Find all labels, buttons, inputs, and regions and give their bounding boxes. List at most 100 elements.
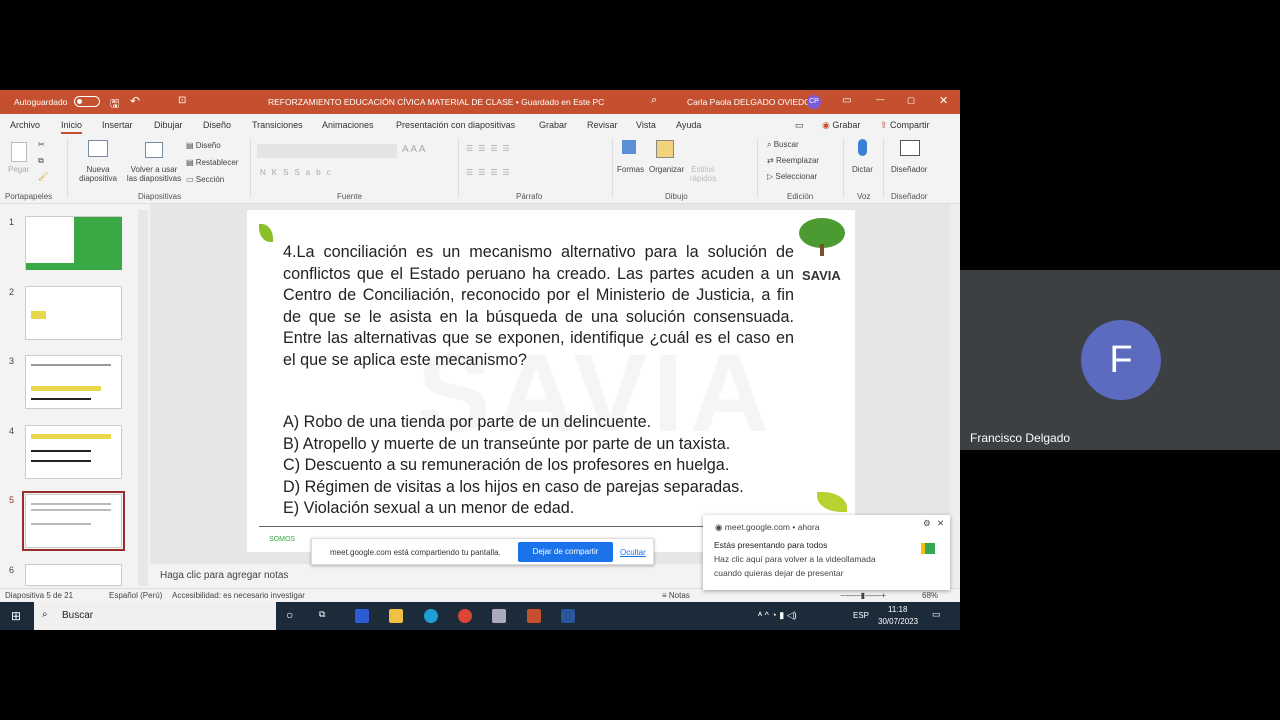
reuse-slides-button[interactable]: Volver a usar las diapositivas bbox=[126, 165, 182, 183]
tab-revisar[interactable]: Revisar bbox=[587, 120, 618, 130]
record-button[interactable]: ◉ Grabar bbox=[822, 120, 860, 131]
thumbnail-2[interactable]: 2 bbox=[9, 286, 122, 340]
present-icon[interactable]: ⊡ bbox=[178, 95, 186, 106]
word-icon[interactable] bbox=[561, 609, 575, 623]
font-size-icons[interactable]: A A A bbox=[402, 144, 425, 155]
option-d[interactable]: D) Régimen de visitas a los hijos en cas… bbox=[283, 477, 744, 499]
user-avatar[interactable]: CP bbox=[807, 95, 821, 109]
tab-dibujar[interactable]: Dibujar bbox=[154, 120, 183, 130]
reuse-slides-icon[interactable] bbox=[145, 142, 163, 158]
option-b[interactable]: B) Atropello y muerte de un transeúnte p… bbox=[283, 434, 744, 456]
language-indicator[interactable]: ESP bbox=[853, 611, 869, 620]
replace-button[interactable]: ⇄ Reemplazar bbox=[767, 156, 819, 165]
hide-link[interactable]: Ocultar bbox=[620, 548, 646, 557]
clock-date[interactable]: 30/07/2023 bbox=[878, 617, 918, 626]
quick-styles-button[interactable]: Estilos rápidos bbox=[688, 165, 718, 183]
user-name: Carla Paola DELGADO OVIEDO bbox=[687, 97, 811, 107]
option-e[interactable]: E) Violación sexual a un menor de edad. bbox=[283, 498, 744, 520]
new-slide-icon[interactable] bbox=[88, 140, 108, 157]
undo-icon[interactable]: ↶ bbox=[130, 94, 140, 108]
stop-sharing-button[interactable]: Dejar de compartir bbox=[518, 542, 613, 562]
cortana-icon[interactable]: ○ bbox=[286, 608, 293, 622]
tab-ayuda[interactable]: Ayuda bbox=[676, 120, 701, 130]
shapes-icon[interactable] bbox=[622, 140, 636, 154]
find-button[interactable]: ⌕ Buscar bbox=[767, 140, 799, 150]
close-button[interactable]: ✕ bbox=[939, 94, 948, 107]
format-painter-icon[interactable]: 🖌 bbox=[38, 172, 48, 181]
participant-tile[interactable]: F Francisco Delgado bbox=[960, 270, 1280, 450]
meet-notification[interactable]: ◉ meet.google.com • ahora ⚙ ✕ Estás pres… bbox=[703, 515, 950, 590]
option-a[interactable]: A) Robo de una tienda por parte de un de… bbox=[283, 412, 744, 434]
save-icon[interactable]: 🖫 bbox=[110, 95, 119, 114]
new-slide-button[interactable]: Nueva diapositiva bbox=[72, 165, 124, 183]
thumbnail-5[interactable]: 5 bbox=[9, 491, 125, 551]
arrange-button[interactable]: Organizar bbox=[649, 165, 684, 174]
ribbon-display-icon[interactable]: ▭ bbox=[842, 95, 851, 106]
arrange-icon[interactable] bbox=[656, 140, 674, 158]
task-view-icon[interactable]: ⧉ bbox=[319, 609, 325, 620]
tab-transiciones[interactable]: Transiciones bbox=[252, 120, 303, 130]
maximize-button[interactable]: ▢ bbox=[907, 95, 915, 106]
thumbnail-4[interactable]: 4 bbox=[9, 425, 122, 479]
tab-animaciones[interactable]: Animaciones bbox=[322, 120, 374, 130]
tab-archivo[interactable]: Archivo bbox=[10, 120, 40, 130]
dictate-button[interactable]: Dictar bbox=[852, 165, 873, 174]
document-title[interactable]: REFORZAMIENTO EDUCACIÓN CÍVICA MATERIAL … bbox=[268, 97, 604, 107]
microphone-icon[interactable] bbox=[858, 139, 867, 156]
font-name-box[interactable] bbox=[257, 144, 397, 158]
search-icon[interactable]: ⌕ bbox=[651, 94, 657, 107]
tab-diseno[interactable]: Diseño bbox=[203, 120, 231, 130]
notes-button[interactable]: ≡ Notas bbox=[662, 591, 690, 600]
thumbnail-1[interactable]: 1 bbox=[9, 216, 122, 270]
edge-icon[interactable] bbox=[424, 609, 438, 623]
list-icons[interactable]: ☰☰☰☰ bbox=[466, 144, 515, 153]
cut-icon[interactable]: ✂ bbox=[38, 140, 45, 149]
zoom-app-icon[interactable] bbox=[355, 609, 369, 623]
minimize-button[interactable]: — bbox=[876, 94, 885, 104]
zoom-level[interactable]: 68% bbox=[922, 591, 938, 600]
app-icon[interactable] bbox=[492, 609, 506, 623]
taskbar-search[interactable]: ⌕ Buscar bbox=[34, 602, 276, 630]
tab-vista[interactable]: Vista bbox=[636, 120, 656, 130]
designer-icon[interactable] bbox=[900, 140, 920, 156]
accessibility-status[interactable]: Accesibilidad: es necesario investigar bbox=[172, 591, 305, 600]
thumbnail-6[interactable]: 6 bbox=[9, 564, 122, 586]
copy-icon[interactable]: ⧉ bbox=[38, 156, 44, 166]
reset-button[interactable]: ▤ Restablecer bbox=[186, 158, 238, 167]
align-icons[interactable]: ☰☰☰☰ bbox=[466, 168, 515, 177]
zoom-slider[interactable]: −——▮——+ bbox=[840, 591, 886, 600]
paste-icon[interactable] bbox=[11, 142, 27, 162]
tab-grabar[interactable]: Grabar bbox=[539, 120, 567, 130]
close-icon[interactable]: ✕ bbox=[937, 518, 944, 529]
option-c[interactable]: C) Descuento a su remuneración de los pr… bbox=[283, 455, 744, 477]
powerpoint-icon[interactable] bbox=[527, 609, 541, 623]
tab-insertar[interactable]: Insertar bbox=[102, 120, 133, 130]
tab-presentacion[interactable]: Presentación con diapositivas bbox=[396, 120, 515, 130]
slide-canvas[interactable]: SAVIA SAVIA 4.La conciliación es un meca… bbox=[247, 210, 855, 552]
group-edicion: Edición bbox=[787, 192, 814, 201]
file-explorer-icon[interactable] bbox=[389, 609, 403, 623]
thumbnail-number: 3 bbox=[9, 356, 15, 366]
tab-inicio[interactable]: Inicio bbox=[61, 120, 83, 134]
question-text[interactable]: 4.La conciliación es un mecanismo altern… bbox=[283, 242, 794, 371]
thumbnail-scrollbar[interactable] bbox=[138, 210, 148, 586]
system-tray-icons[interactable]: ᴬ ^ ◔ ▮ ◁) bbox=[758, 610, 797, 621]
shapes-button[interactable]: Formas bbox=[617, 165, 644, 174]
font-style-icons[interactable]: NKSSabc bbox=[260, 168, 337, 177]
layout-button[interactable]: ▤ Diseño bbox=[186, 141, 221, 150]
select-button[interactable]: ▷ Seleccionar bbox=[767, 172, 817, 181]
comments-icon[interactable]: ▭ bbox=[795, 120, 804, 131]
autosave-toggle[interactable] bbox=[74, 96, 100, 107]
settings-icon[interactable]: ⚙ bbox=[923, 518, 931, 529]
chrome-icon[interactable] bbox=[458, 609, 472, 623]
thumbnail-3[interactable]: 3 bbox=[9, 355, 122, 409]
share-button[interactable]: ⇪ Compartir bbox=[880, 120, 930, 131]
editor-scrollbar[interactable] bbox=[950, 204, 960, 588]
language-status[interactable]: Español (Perú) bbox=[109, 591, 162, 600]
section-button[interactable]: ▭ Sección bbox=[186, 175, 224, 184]
designer-button[interactable]: Diseñador bbox=[891, 165, 927, 174]
windows-start-icon[interactable]: ⊞ bbox=[11, 609, 21, 623]
notifications-icon[interactable]: ▭ bbox=[932, 609, 941, 620]
clock-time[interactable]: 11:18 bbox=[888, 605, 907, 614]
thumbnail-number: 6 bbox=[9, 565, 15, 575]
